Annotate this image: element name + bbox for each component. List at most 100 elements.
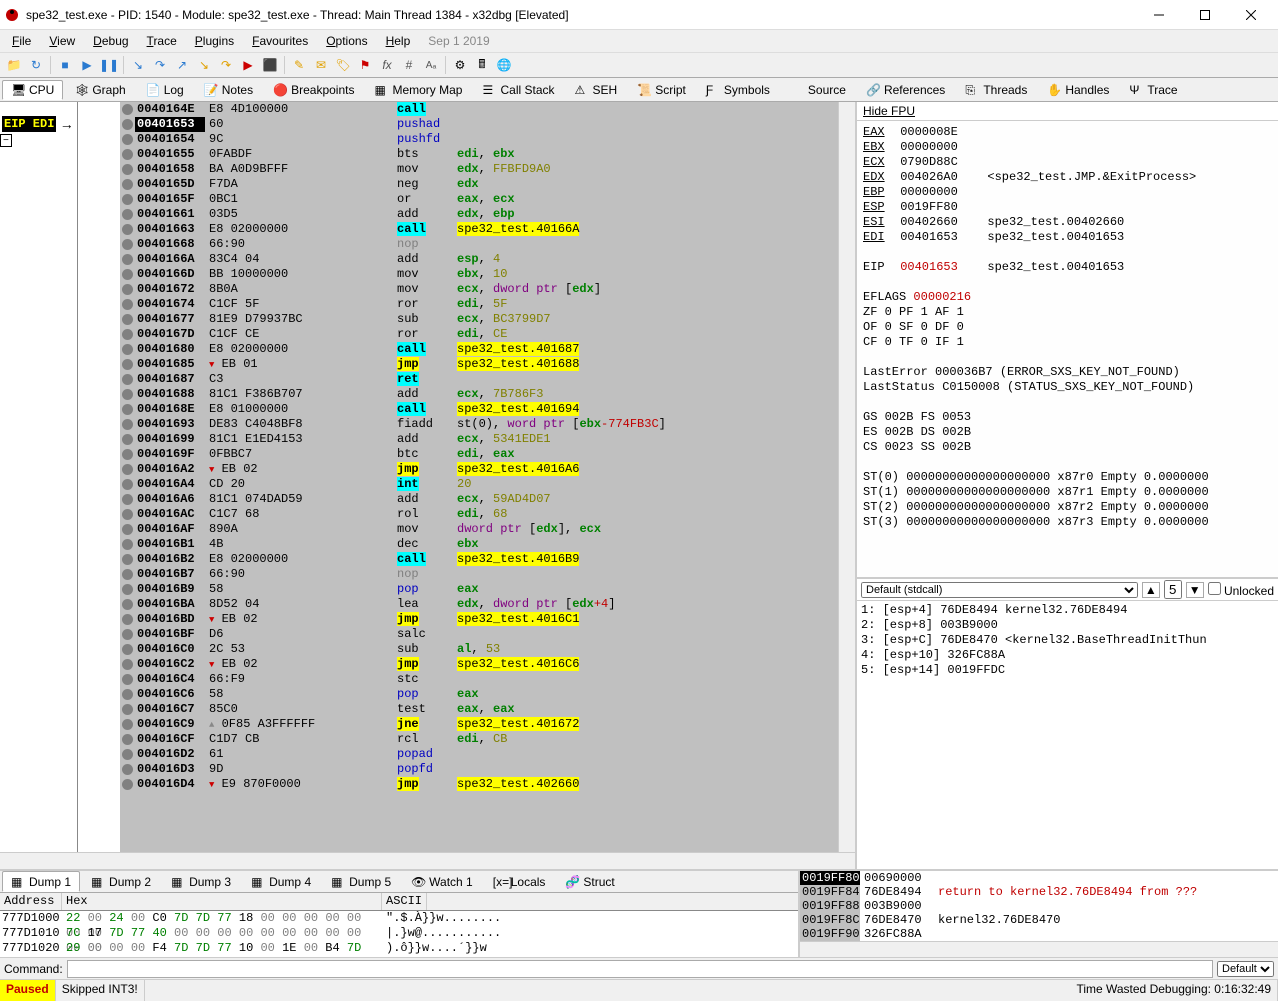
breakpoint-dot[interactable] xyxy=(122,644,133,655)
call-arg-row[interactable]: 1: [esp+4] 76DE8494 kernel32.76DE8494 xyxy=(861,603,1274,618)
breakpoint-dot[interactable] xyxy=(122,584,133,595)
breakpoint-dot[interactable] xyxy=(122,254,133,265)
disasm-row[interactable]: 00401693DE83 C4048BF8fiaddst(0), word pt… xyxy=(120,417,838,432)
stack-row[interactable]: 0019FF90326FC88A xyxy=(800,927,1278,941)
disasm-row[interactable]: 0040167DC1CF CEroredi, CE xyxy=(120,327,838,342)
stack-hscroll[interactable] xyxy=(800,941,1278,957)
stack-row[interactable]: 0019FF88003B9000 xyxy=(800,899,1278,913)
breakpoint-dot[interactable] xyxy=(122,539,133,550)
horizontal-scrollbar[interactable] xyxy=(0,852,855,869)
settings-icon[interactable]: ⚙ xyxy=(450,55,470,75)
disasm-row[interactable]: 0040164EE8 4D100000call xyxy=(120,102,838,117)
tab-symbols[interactable]: ƑSymbols xyxy=(697,80,779,100)
stack-row[interactable]: 0019FF8C76DE8470kernel32.76DE8470 xyxy=(800,913,1278,927)
breakpoint-dot[interactable] xyxy=(122,749,133,760)
disasm-row[interactable]: 0040168881C1 F386B707addecx, 7B786F3 xyxy=(120,387,838,402)
disasm-row[interactable]: 0040169F0FBBC7btcedi, eax xyxy=(120,447,838,462)
bottom-tab-dump-3[interactable]: ▦Dump 3 xyxy=(162,871,240,892)
calling-convention-select[interactable]: Default (stdcall) xyxy=(861,582,1138,598)
breakpoint-dot[interactable] xyxy=(122,299,133,310)
tab-trace[interactable]: ΨTrace xyxy=(1120,80,1186,100)
stack-row[interactable]: 0019FF8000690000 xyxy=(800,871,1278,885)
close-button[interactable] xyxy=(1228,0,1274,30)
bottom-tab-locals[interactable]: [x=]Locals xyxy=(484,871,555,892)
disasm-row[interactable]: 0040165360pushad xyxy=(120,117,838,132)
calc-icon[interactable]: 🖩 xyxy=(472,55,492,75)
disasm-row[interactable]: 004016A4CD 20int20 xyxy=(120,477,838,492)
bookmark-icon[interactable]: ⚑ xyxy=(355,55,375,75)
disasm-row[interactable]: 004016C658popeax xyxy=(120,687,838,702)
call-arg-row[interactable]: 5: [esp+14] 0019FFDC xyxy=(861,663,1274,678)
disassembly-view[interactable]: EIP EDI → − 0040164EE8 4D100000call00401… xyxy=(0,102,855,852)
stop-icon[interactable]: ■ xyxy=(55,55,75,75)
step-over-icon[interactable]: ↷ xyxy=(150,55,170,75)
bottom-tab-watch-1[interactable]: 👁Watch 1 xyxy=(402,871,482,892)
disasm-row[interactable]: 004016ACC1C7 68roledi, 68 xyxy=(120,507,838,522)
refresh-icon[interactable]: ↻ xyxy=(26,55,46,75)
open-icon[interactable]: 📁 xyxy=(4,55,24,75)
tab-script[interactable]: 📜Script xyxy=(628,80,695,100)
breakpoint-dot[interactable] xyxy=(122,164,133,175)
unlocked-checkbox[interactable]: Unlocked xyxy=(1208,582,1274,598)
trace-over-icon[interactable]: ↷ xyxy=(216,55,236,75)
call-arg-row[interactable]: 2: [esp+8] 003B9000 xyxy=(861,618,1274,633)
breakpoint-dot[interactable] xyxy=(122,779,133,790)
tab-references[interactable]: 🔗References xyxy=(857,80,954,100)
dump-col-hex[interactable]: Hex xyxy=(62,893,382,910)
tab-call-stack[interactable]: ☰Call Stack xyxy=(473,80,563,100)
disasm-row[interactable]: 0040166866:90nop xyxy=(120,237,838,252)
maximize-button[interactable] xyxy=(1182,0,1228,30)
breakpoint-dot[interactable] xyxy=(122,659,133,670)
dump-row[interactable]: 777D100022 00 24 00 C0 7D 7D 77 18 00 00… xyxy=(0,911,798,926)
disasm-row[interactable]: 004016728B0Amovecx, dword ptr [edx] xyxy=(120,282,838,297)
terminal-icon[interactable]: ⬛ xyxy=(260,55,280,75)
registers-panel[interactable]: Hide FPU EAX 0000008E EBX 00000000 ECX 0… xyxy=(857,102,1278,579)
breakpoint-dot[interactable] xyxy=(122,134,133,145)
disasm-row[interactable]: 00401685▼ EB 01jmpspe32_test.401688 xyxy=(120,357,838,372)
menu-trace[interactable]: Trace xyxy=(139,32,185,50)
run-to-user-icon[interactable]: ▶ xyxy=(238,55,258,75)
breakpoint-dot[interactable] xyxy=(122,179,133,190)
globe-icon[interactable]: 🌐 xyxy=(494,55,514,75)
bottom-tab-dump-1[interactable]: ▦Dump 1 xyxy=(2,871,80,892)
disasm-row[interactable]: 004016549Cpushfd xyxy=(120,132,838,147)
disasm-row[interactable]: 004016550FABDFbtsedi, ebx xyxy=(120,147,838,162)
breakpoint-dot[interactable] xyxy=(122,479,133,490)
menu-help[interactable]: Help xyxy=(378,32,419,50)
az-icon[interactable]: Aₐ xyxy=(421,55,441,75)
breakpoint-dot[interactable] xyxy=(122,524,133,535)
disasm-row[interactable]: 004016D261popad xyxy=(120,747,838,762)
breakpoint-dot[interactable] xyxy=(122,569,133,580)
disasm-row[interactable]: 0040166A83C4 04addesp, 4 xyxy=(120,252,838,267)
disasm-row[interactable]: 0040165F0BC1oreax, ecx xyxy=(120,192,838,207)
disasm-row[interactable]: 004016B2E8 02000000callspe32_test.4016B9 xyxy=(120,552,838,567)
disasm-row[interactable]: 00401680E8 02000000callspe32_test.401687 xyxy=(120,342,838,357)
step-out-icon[interactable]: ↗ xyxy=(172,55,192,75)
command-input[interactable] xyxy=(67,960,1213,978)
disasm-row[interactable]: 0040167781E9 D79937BCsubecx, BC3799D7 xyxy=(120,312,838,327)
breakpoint-dot[interactable] xyxy=(122,194,133,205)
disasm-row[interactable]: 004016C02C 53subal, 53 xyxy=(120,642,838,657)
breakpoint-dot[interactable] xyxy=(122,764,133,775)
breakpoint-dot[interactable] xyxy=(122,389,133,400)
trace-into-icon[interactable]: ↘ xyxy=(194,55,214,75)
menu-view[interactable]: View xyxy=(41,32,83,50)
fx-icon[interactable]: fx xyxy=(377,55,397,75)
arg-count-input[interactable] xyxy=(1164,580,1182,599)
disasm-row[interactable]: 0040166DBB 10000000movebx, 10 xyxy=(120,267,838,282)
tab-graph[interactable]: 🕸Graph xyxy=(65,80,134,100)
breakpoint-dot[interactable] xyxy=(122,629,133,640)
breakpoint-dot[interactable] xyxy=(122,614,133,625)
breakpoint-dot[interactable] xyxy=(122,599,133,610)
minimize-button[interactable] xyxy=(1136,0,1182,30)
tab-breakpoints[interactable]: 🔴Breakpoints xyxy=(264,80,363,100)
breakpoint-dot[interactable] xyxy=(122,119,133,130)
command-mode-select[interactable]: Default xyxy=(1217,961,1274,977)
tab-handles[interactable]: ✋Handles xyxy=(1038,80,1118,100)
disasm-row[interactable]: 004016D39Dpopfd xyxy=(120,762,838,777)
breakpoint-dot[interactable] xyxy=(122,719,133,730)
disasm-row[interactable]: 004016B14Bdecebx xyxy=(120,537,838,552)
pause-icon[interactable]: ❚❚ xyxy=(99,55,119,75)
breakpoint-dot[interactable] xyxy=(122,344,133,355)
breakpoint-dot[interactable] xyxy=(122,104,133,115)
